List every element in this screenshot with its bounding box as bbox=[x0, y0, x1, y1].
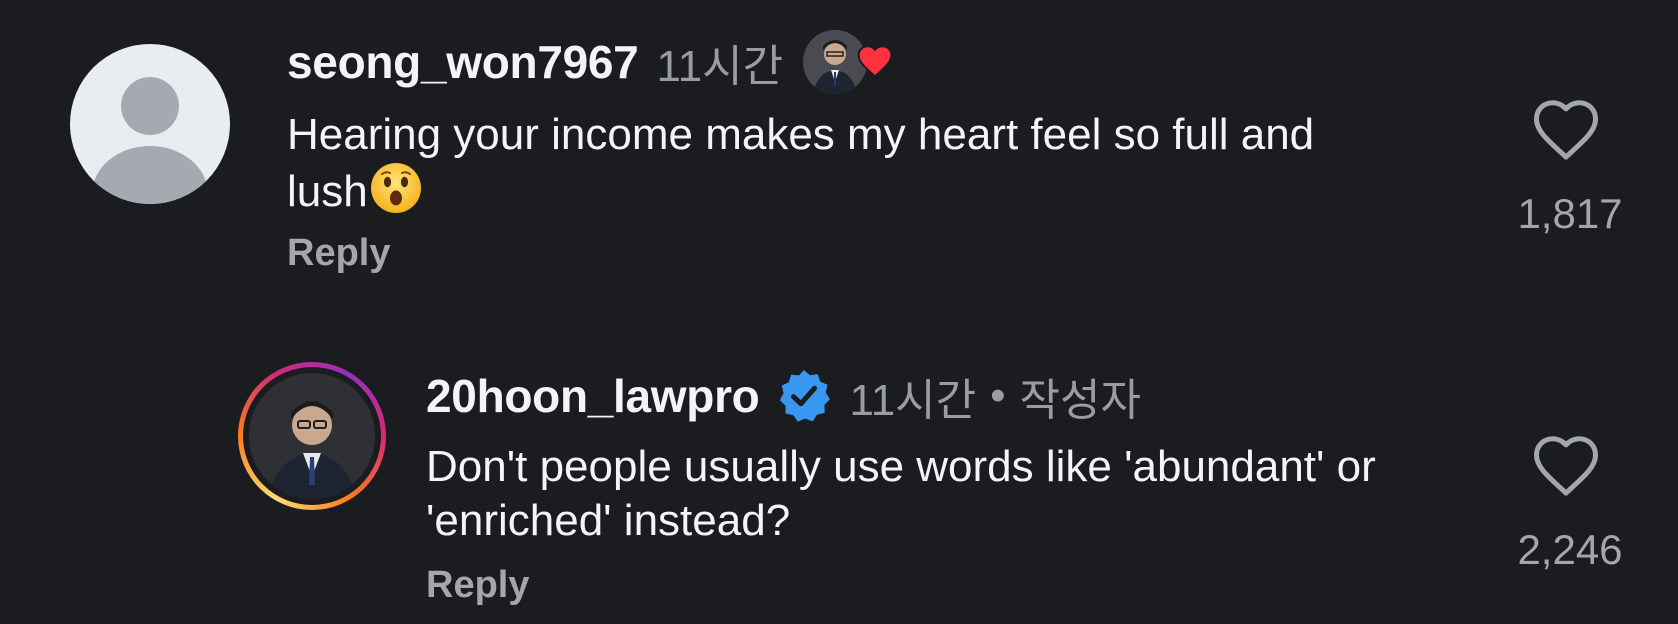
comments-page: seong_won7967 11시간 Hearing your income m… bbox=[0, 0, 1678, 624]
timestamp: 11시간 bbox=[656, 42, 784, 91]
like-count: 2,246 bbox=[1517, 526, 1623, 573]
comment-header: seong_won7967 11시간 bbox=[287, 30, 893, 94]
separator-dot: • bbox=[990, 371, 1006, 420]
author-avatar bbox=[249, 373, 375, 499]
comment-header: 20hoon_lawpro 11시간 • 작성자 bbox=[426, 366, 1141, 426]
default-user-icon bbox=[92, 77, 208, 204]
username[interactable]: seong_won7967 bbox=[287, 35, 639, 89]
astonished-face-emoji-icon bbox=[370, 163, 421, 213]
comment-text-block: Hearing your income makes my heart feel … bbox=[287, 108, 1387, 219]
heart-outline-icon bbox=[1533, 100, 1599, 160]
like-count: 1,817 bbox=[1517, 190, 1623, 237]
author-label: 작성자 bbox=[1019, 376, 1141, 425]
reply-button[interactable]: Reply bbox=[426, 564, 529, 607]
liked-by-creator-badge bbox=[803, 30, 893, 94]
timestamp: 11시간 bbox=[849, 376, 977, 425]
like-button[interactable] bbox=[1530, 434, 1602, 496]
verified-badge-icon bbox=[779, 370, 830, 422]
comment-text: Hearing your income makes my heart feel … bbox=[287, 110, 1315, 216]
heart-outline-icon bbox=[1533, 436, 1599, 496]
username[interactable]: 20hoon_lawpro bbox=[426, 369, 760, 423]
author-avatar-story-ring[interactable] bbox=[238, 362, 386, 510]
reply-button[interactable]: Reply bbox=[287, 232, 390, 275]
heart-filled-icon bbox=[857, 45, 893, 78]
comment-text: Don't people usually use words like 'abu… bbox=[426, 442, 1376, 545]
like-button[interactable] bbox=[1530, 98, 1602, 160]
default-avatar[interactable] bbox=[70, 44, 230, 204]
